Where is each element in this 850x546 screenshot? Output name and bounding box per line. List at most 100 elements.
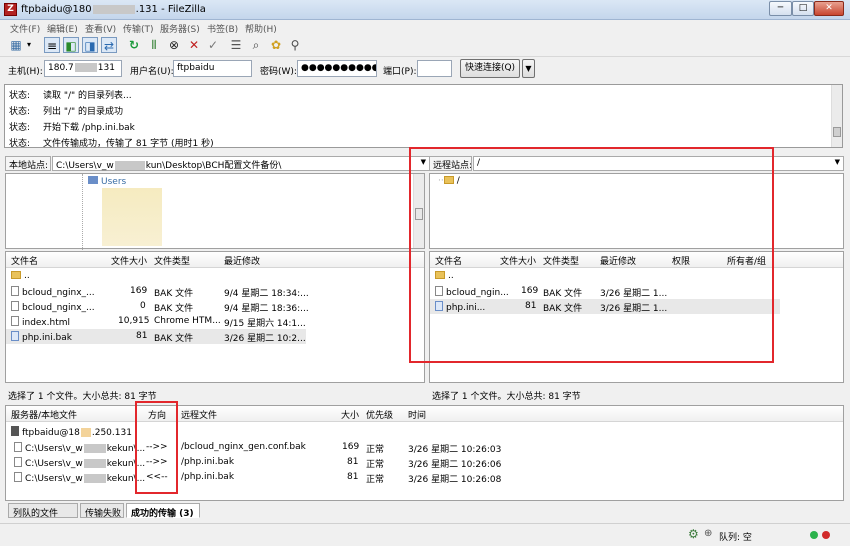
column-size[interactable]: 大小: [341, 408, 359, 421]
column-filesize[interactable]: 文件大小: [111, 254, 147, 267]
column-time[interactable]: 时间: [408, 408, 426, 421]
file-icon: [14, 472, 22, 482]
local-path-combo[interactable]: C:\Users\v_w kun\Desktop\BCH配置文件备份\ ▼: [52, 156, 430, 171]
log-line: 状态: 开始下载 /php.ini.bak: [9, 123, 135, 133]
site-manager-icon[interactable]: ▦: [8, 37, 24, 53]
local-tree: Users: [5, 173, 425, 250]
redacted-block: [83, 474, 106, 483]
toggle-log-icon[interactable]: ≡: [44, 37, 60, 53]
message-log: 状态: 读取 "/" 的目录列表... 状态: 列出 "/" 的目录成功 状态: 开始…: [4, 84, 843, 149]
username-input[interactable]: ftpbaidu: [173, 60, 252, 77]
quickconnect-bar: 主机(H): 180.7 131 用户名(U): ftpbaidu 密码(W): …: [0, 58, 850, 82]
gear-icon[interactable]: ⚙: [688, 527, 699, 541]
menu-help[interactable]: 帮助(H): [245, 22, 277, 35]
cancel-icon[interactable]: ⊗: [166, 37, 182, 53]
redacted-block: [80, 428, 91, 437]
local-file-list: 文件名 文件大小 文件类型 最近修改 .. bcloud_nginx_... 16…: [5, 251, 425, 383]
column-filetype[interactable]: 文件类型: [154, 254, 190, 267]
compare-icon[interactable]: ⌕: [248, 37, 264, 53]
sync-browse-icon[interactable]: ✿: [268, 37, 284, 53]
find-icon[interactable]: ⚲: [287, 37, 303, 53]
list-item[interactable]: php.ini.bak 81 BAK 文件 3/26 星期二 10:2...: [6, 329, 306, 344]
tree-item-users[interactable]: Users: [88, 176, 126, 187]
menu-file[interactable]: 文件(F): [10, 22, 40, 35]
redacted-block: [74, 63, 97, 72]
file-icon: [11, 286, 19, 296]
log-line: 状态: 读取 "/" 的目录列表...: [9, 91, 132, 101]
file-icon: [14, 457, 22, 467]
highlight-box-remote: [409, 147, 774, 363]
maximize-button[interactable]: □: [792, 1, 814, 16]
local-list-header: 文件名 文件大小 文件类型 最近修改: [6, 252, 424, 268]
menu-view[interactable]: 查看(V): [85, 22, 116, 35]
list-item[interactable]: bcloud_nginx_... 169 BAK 文件 9/4 星期二 18:34:.…: [6, 284, 424, 299]
table-row[interactable]: C:\Users\v_w kekun\... <<--/php.ini.bak 81 正…: [6, 470, 843, 485]
local-site-label: 本地站点:: [5, 156, 51, 171]
process-queue-icon[interactable]: ⫴: [146, 37, 162, 53]
file-icon: [11, 301, 19, 311]
menu-server[interactable]: 服务器(S): [160, 22, 200, 35]
redacted-block: [102, 188, 162, 246]
remote-status: 选择了 1 个文件。大小总共: 81 字节: [432, 392, 581, 402]
redacted-block: [83, 459, 106, 468]
log-scrollbar[interactable]: [831, 85, 842, 147]
password-input[interactable]: ●●●●●●●●●●: [297, 60, 377, 77]
tab-failed-transfers[interactable]: 传输失败: [80, 503, 124, 519]
port-label: 端口(P):: [383, 67, 417, 77]
quickconnect-button[interactable]: 快速连接(Q): [460, 59, 520, 78]
redacted-block: [83, 444, 106, 453]
column-local-file[interactable]: 服务器/本地文件: [11, 408, 77, 421]
port-input[interactable]: [417, 60, 452, 77]
file-icon: [14, 442, 22, 452]
window-title: ftpbaidu@180.131 - FileZilla: [21, 4, 206, 15]
redacted-block: [92, 4, 135, 14]
chevron-down-icon[interactable]: ▾: [24, 37, 34, 53]
list-item[interactable]: index.html 10,915 Chrome HTM... 9/15 星期六 14…: [6, 314, 424, 329]
list-item[interactable]: ..: [6, 269, 424, 284]
reconnect-icon[interactable]: ✓: [205, 37, 221, 53]
column-modified[interactable]: 最近修改: [224, 254, 260, 267]
local-path-bar: 本地站点: C:\Users\v_w kun\Desktop\BCH配置文件备份\…: [5, 155, 430, 172]
upload-led-icon: [810, 531, 818, 539]
minimize-button[interactable]: ─: [769, 1, 792, 16]
toggle-queue-icon[interactable]: ⇄: [101, 37, 117, 53]
menu-bookmarks[interactable]: 书签(B): [207, 22, 238, 35]
tab-queued-files[interactable]: 列队的文件: [8, 503, 78, 519]
chevron-down-icon[interactable]: ▼: [835, 158, 840, 166]
file-icon: [11, 316, 19, 326]
menu-bar: 文件(F) 编辑(E) 查看(V) 传输(T) 服务器(S) 书签(B) 帮助(…: [0, 20, 850, 35]
password-label: 密码(W):: [260, 67, 297, 77]
refresh-icon[interactable]: ↻: [126, 37, 142, 53]
column-remote-file[interactable]: 远程文件: [181, 408, 217, 421]
toggle-local-tree-icon[interactable]: ◧: [63, 37, 79, 53]
title-bar: Z ftpbaidu@180.131 - FileZilla ─ □ ✕: [0, 0, 850, 20]
filezilla-logo-icon: Z: [4, 3, 17, 16]
transfer-queue: 服务器/本地文件 方向 远程文件 大小 优先级 时间 ftpbaidu@18.2…: [5, 405, 844, 501]
username-label: 用户名(U):: [130, 67, 174, 77]
folder-icon: [11, 271, 21, 279]
tab-successful-transfers[interactable]: 成功的传输 (3): [126, 503, 200, 519]
download-led-icon: [822, 531, 830, 539]
column-filename[interactable]: 文件名: [11, 254, 38, 267]
table-row[interactable]: C:\Users\v_w kekun\... -->>/bcloud_nginx_g…: [6, 440, 843, 455]
queue-server-row[interactable]: ftpbaidu@18.250.131: [6, 424, 843, 439]
filter-icon[interactable]: ☰: [228, 37, 244, 53]
quickconnect-dropdown-button[interactable]: ▼: [522, 59, 535, 78]
host-input[interactable]: 180.7 131: [44, 60, 122, 77]
log-line: 状态: 列出 "/" 的目录成功: [9, 107, 124, 117]
lock-icon: ⊕: [704, 528, 713, 539]
local-status: 选择了 1 个文件。大小总共: 81 字节: [8, 392, 157, 402]
file-icon: [11, 331, 19, 341]
column-priority[interactable]: 优先级: [366, 408, 393, 421]
server-icon: [11, 426, 19, 436]
menu-transfer[interactable]: 传输(T): [123, 22, 154, 35]
toggle-remote-tree-icon[interactable]: ◨: [82, 37, 98, 53]
close-button[interactable]: ✕: [814, 1, 844, 16]
list-item[interactable]: bcloud_nginx_... 0 BAK 文件 9/4 星期二 18:36:...: [6, 299, 424, 314]
log-line: 状态: 文件传输成功，传输了 81 字节 (用时1 秒): [9, 139, 214, 149]
menu-edit[interactable]: 编辑(E): [47, 22, 78, 35]
queue-status: 队列: 空: [719, 533, 752, 543]
disconnect-icon[interactable]: ✕: [186, 37, 202, 53]
table-row[interactable]: C:\Users\v_w kekun\... -->>/php.ini.bak 81 正…: [6, 455, 843, 470]
queue-header: 服务器/本地文件 方向 远程文件 大小 优先级 时间: [6, 406, 843, 422]
